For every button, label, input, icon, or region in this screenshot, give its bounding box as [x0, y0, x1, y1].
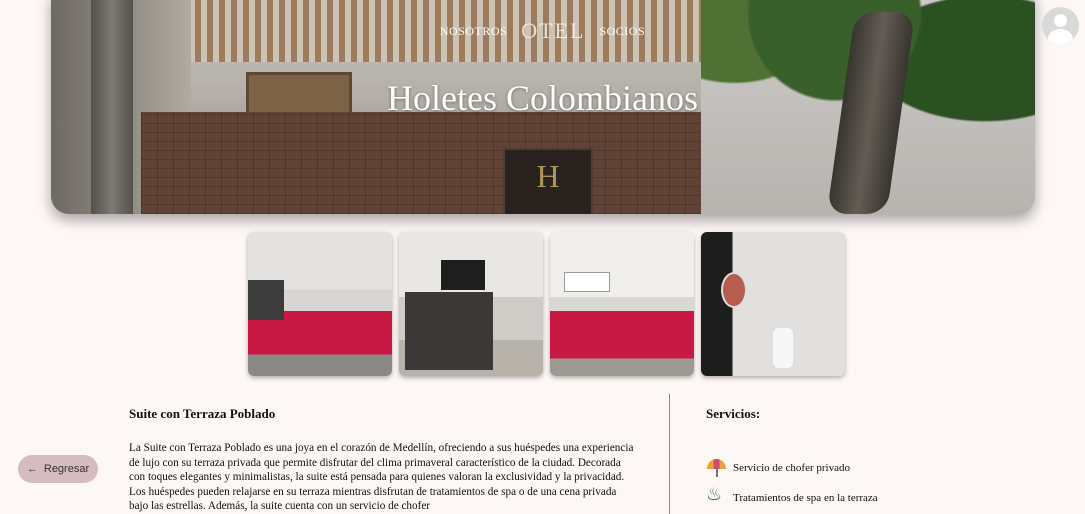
gallery-photo-2[interactable] — [399, 232, 543, 376]
photo-gallery — [248, 232, 845, 376]
back-button-label: Regresar — [43, 463, 90, 475]
logo[interactable]: OTEL — [521, 18, 585, 44]
gallery-photo-3[interactable] — [550, 232, 694, 376]
user-avatar-icon[interactable] — [1042, 7, 1079, 44]
spa-icon — [706, 484, 727, 508]
nav-link-nosotros[interactable]: NOSOTROS — [440, 24, 507, 39]
umbrella-icon — [706, 457, 727, 478]
gallery-photo-4[interactable] — [701, 232, 845, 376]
top-nav: NOSOTROS OTEL SOCIOS — [0, 18, 1085, 44]
back-button[interactable]: ← Regresar — [18, 455, 98, 483]
nav-link-socios[interactable]: SOCIOS — [599, 24, 645, 39]
suite-title: Suite con Terraza Poblado — [129, 406, 276, 421]
page-title: Holetes Colombianos — [387, 78, 698, 118]
service-label: Tratamientos de spa en la terraza — [733, 491, 878, 504]
service-label: Servicio de chofer privado — [733, 461, 850, 474]
column-divider — [669, 394, 670, 514]
suite-description: La Suite con Terraza Poblado es una joya… — [129, 442, 634, 512]
services-title: Servicios: — [706, 406, 761, 421]
gallery-photo-1[interactable] — [248, 232, 392, 376]
service-item: Tratamientos de spa en la terraza — [706, 484, 878, 508]
arrow-left-icon: ← — [26, 463, 38, 475]
service-item: Servicio de chofer privado — [706, 457, 850, 478]
